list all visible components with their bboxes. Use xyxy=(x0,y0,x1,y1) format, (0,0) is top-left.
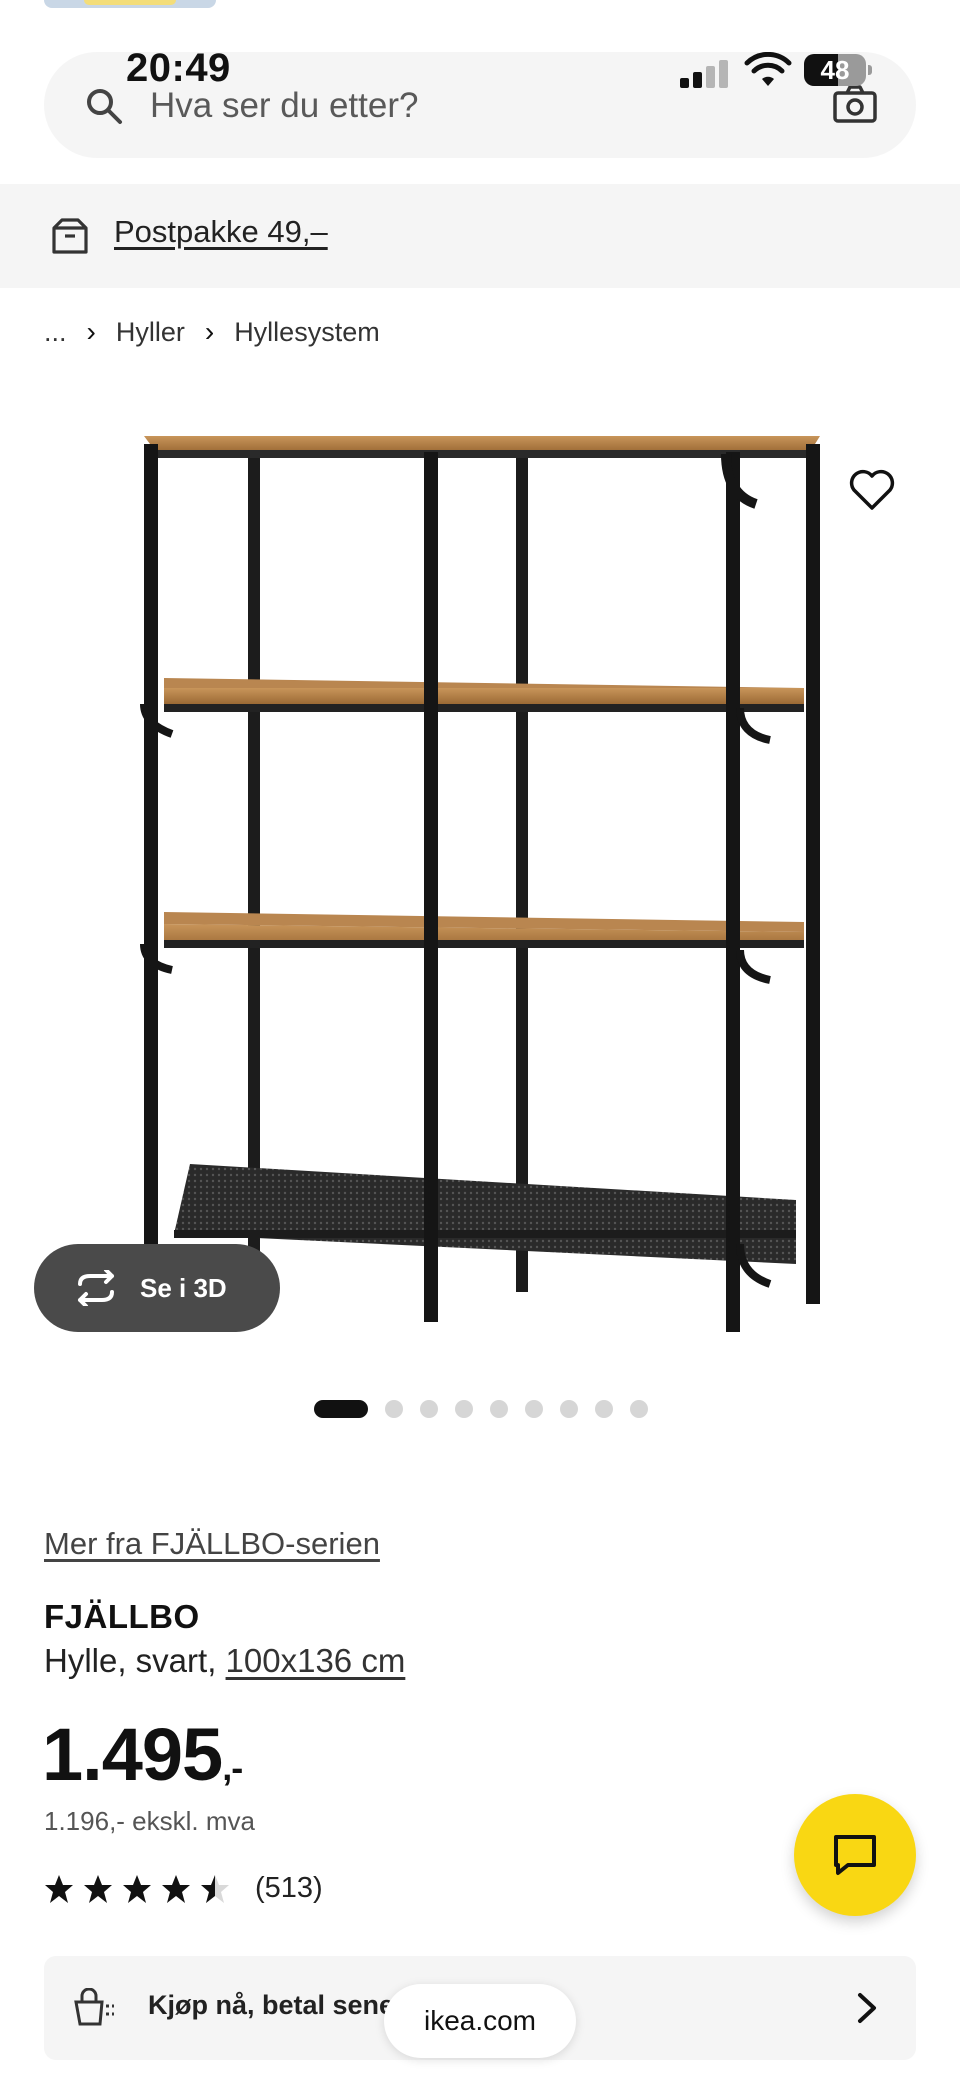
product-price: 1.495,- xyxy=(42,1712,243,1797)
breadcrumb: ... › Hyller › Hyllesystem xyxy=(44,316,380,348)
review-count: (513) xyxy=(255,1872,323,1904)
search-placeholder[interactable]: Hva ser du etter? xyxy=(150,86,418,126)
top-logo-strip xyxy=(44,0,216,8)
delivery-link[interactable]: Postpakke 49,– xyxy=(114,214,328,250)
price-suffix: ,- xyxy=(222,1747,243,1788)
breadcrumb-separator: › xyxy=(86,316,96,347)
price-main: 1.495 xyxy=(42,1713,223,1796)
battery-icon: 48 xyxy=(804,54,872,86)
gallery-dot[interactable] xyxy=(595,1400,613,1418)
gallery-dot[interactable] xyxy=(385,1400,403,1418)
gallery-dot-active[interactable] xyxy=(314,1400,368,1418)
product-image[interactable] xyxy=(120,404,840,1364)
product-name: FJÄLLBO xyxy=(44,1598,200,1635)
product-rating[interactable]: (513) xyxy=(44,1872,323,1905)
gallery-dot[interactable] xyxy=(420,1400,438,1418)
wifi-icon xyxy=(744,52,792,86)
star-full-icon xyxy=(162,1874,190,1903)
search-icon[interactable] xyxy=(84,86,124,126)
favorite-heart-icon[interactable] xyxy=(848,468,896,512)
gallery-dot[interactable] xyxy=(455,1400,473,1418)
price-ex-vat: 1.196,- ekskl. mva xyxy=(44,1806,255,1836)
product-dimension-link[interactable]: 100x136 cm xyxy=(226,1642,406,1679)
gallery-dot[interactable] xyxy=(490,1400,508,1418)
browser-url-pill[interactable]: ikea.com xyxy=(384,1984,576,2058)
star-full-icon xyxy=(123,1874,151,1903)
star-full-icon xyxy=(45,1874,73,1903)
series-link[interactable]: Mer fra FJÄLLBO-serien xyxy=(44,1526,380,1562)
pay-later-label: Kjøp nå, betal senere xyxy=(148,1990,420,2020)
view-3d-label: Se i 3D xyxy=(140,1272,227,1303)
gallery-pagination xyxy=(314,1400,648,1418)
view-3d-button[interactable]: Se i 3D xyxy=(34,1244,280,1332)
breadcrumb-item-hyller[interactable]: Hyller xyxy=(116,317,185,348)
delivery-banner[interactable]: Postpakke 49,– xyxy=(0,184,960,288)
product-type: Hylle, svart, xyxy=(44,1642,226,1679)
shopping-bag-icon xyxy=(74,1988,114,2026)
breadcrumb-item-more[interactable]: ... xyxy=(44,317,67,348)
box-icon xyxy=(52,218,88,254)
gallery-dot[interactable] xyxy=(525,1400,543,1418)
camera-icon[interactable] xyxy=(832,84,878,124)
breadcrumb-item-hyllesystem[interactable]: Hyllesystem xyxy=(234,317,380,348)
chevron-right-icon xyxy=(858,1993,876,2023)
gallery-dot[interactable] xyxy=(560,1400,578,1418)
chat-icon xyxy=(834,1835,876,1875)
cellular-signal-icon xyxy=(680,58,730,88)
breadcrumb-separator: › xyxy=(204,316,215,347)
rotate-3d-icon xyxy=(78,1270,114,1306)
gallery-dot[interactable] xyxy=(630,1400,648,1418)
status-time: 20:49 xyxy=(126,46,231,90)
product-description: Hylle, svart, 100x136 cm xyxy=(44,1642,405,1680)
star-half-icon xyxy=(201,1874,229,1903)
star-full-icon xyxy=(84,1874,112,1903)
chat-button[interactable] xyxy=(794,1794,916,1916)
